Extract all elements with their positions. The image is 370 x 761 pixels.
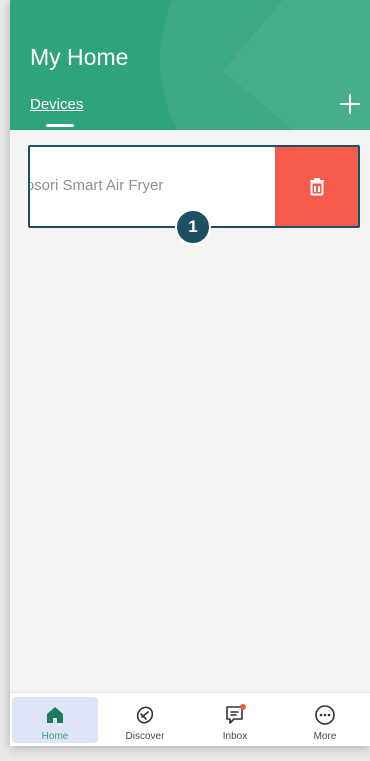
tabbar-discover[interactable]: Discover xyxy=(102,697,188,743)
tabbar-label: Home xyxy=(41,731,69,742)
home-icon xyxy=(47,707,63,723)
app-header: My Home Devices xyxy=(10,0,370,130)
phone-screen: My Home Devices Cosori Smart Air Fryer 1… xyxy=(10,0,370,746)
tabbar-label: Inbox xyxy=(222,731,248,742)
tabbar-more[interactable]: More xyxy=(282,697,368,743)
delete-device-button[interactable] xyxy=(275,147,358,226)
inbox-icon xyxy=(226,704,246,724)
tab-devices[interactable]: Devices xyxy=(30,96,83,113)
tabbar-label: Discover xyxy=(125,731,165,742)
tabbar-home[interactable]: Home xyxy=(12,697,98,743)
plus-icon xyxy=(340,94,360,114)
tab-indicator xyxy=(46,124,74,127)
annotation-badge: 1 xyxy=(175,209,211,245)
page-title: My Home xyxy=(30,44,129,70)
device-name[interactable]: Cosori Smart Air Fryer xyxy=(30,177,163,194)
tabbar-inbox[interactable]: Inbox xyxy=(192,697,278,743)
tabbar-label: More xyxy=(313,731,337,742)
trash-icon xyxy=(309,177,324,195)
more-icon xyxy=(315,705,335,725)
add-device-button[interactable] xyxy=(338,92,362,116)
discover-icon xyxy=(136,706,154,724)
notification-dot xyxy=(240,704,246,710)
bottom-tab-bar: Home Discover Inbox More xyxy=(10,692,370,746)
